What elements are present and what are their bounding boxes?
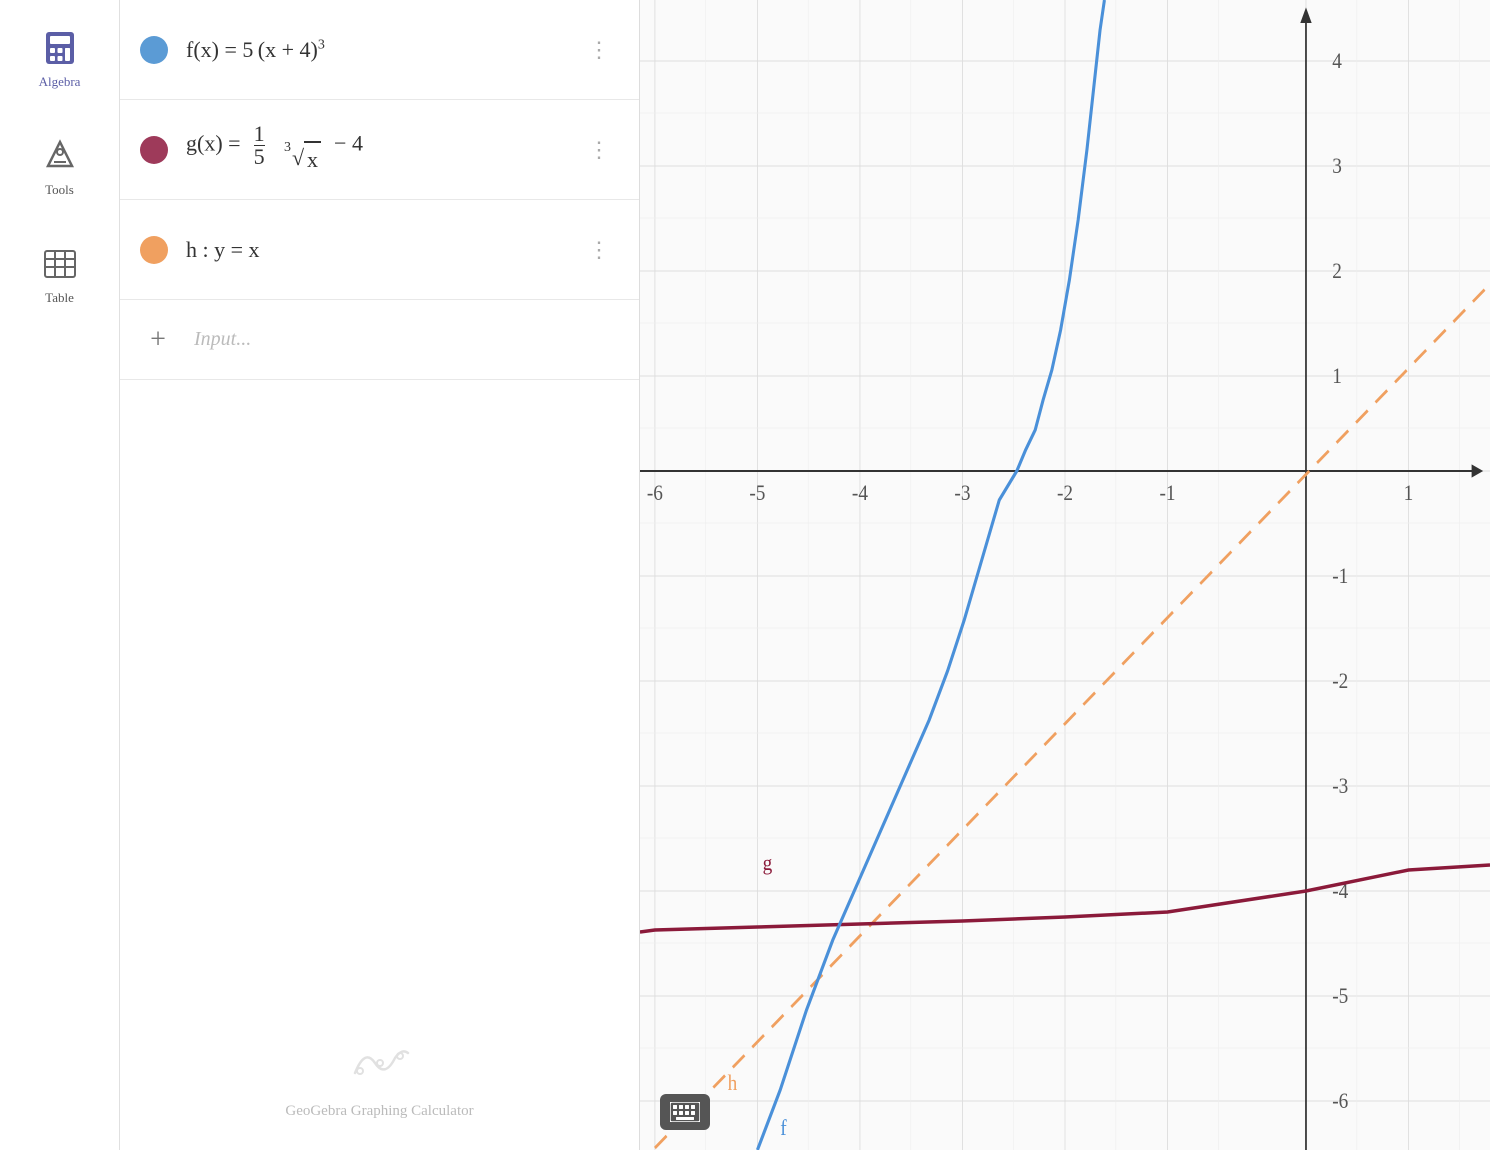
svg-text:4: 4 — [1332, 50, 1342, 73]
algebra-label: Algebra — [39, 74, 81, 90]
expression-row-h: h : y = x ⋮ — [120, 200, 639, 300]
svg-text:-2: -2 — [1332, 670, 1348, 693]
sidebar: Algebra Tools Table — [0, 0, 120, 1150]
svg-text:2: 2 — [1332, 260, 1342, 283]
expression-row-f: f(x) = 5 (x + 4)3 ⋮ — [120, 0, 639, 100]
svg-text:1: 1 — [1404, 482, 1414, 505]
color-dot-f[interactable] — [140, 36, 168, 64]
expression-row-g: g(x) = 1 5 3√x − 4 ⋮ — [120, 100, 639, 200]
more-button-g[interactable]: ⋮ — [580, 133, 619, 167]
svg-text:-1: -1 — [1332, 565, 1348, 588]
svg-text:-3: -3 — [1332, 775, 1348, 798]
svg-text:1: 1 — [1332, 365, 1342, 388]
sidebar-item-algebra[interactable]: Algebra — [27, 20, 93, 98]
expression-panel: f(x) = 5 (x + 4)3 ⋮ g(x) = 1 5 3√x − 4 ⋮ — [120, 0, 640, 1150]
color-dot-g[interactable] — [140, 136, 168, 164]
graph-canvas: /* generated below */ — [640, 0, 1490, 1150]
input-placeholder[interactable]: Input... — [194, 328, 251, 351]
svg-text:-5: -5 — [749, 482, 765, 505]
expression-input-row[interactable]: + Input... — [120, 300, 639, 380]
formula-f[interactable]: f(x) = 5 (x + 4)3 — [186, 33, 562, 66]
svg-text:-3: -3 — [954, 482, 970, 505]
brand-name: GeoGebra Graphing Calculator — [285, 1103, 473, 1120]
add-expression-button[interactable]: + — [140, 322, 176, 358]
tools-icon — [40, 136, 80, 176]
table-label: Table — [45, 290, 74, 306]
svg-text:3: 3 — [1332, 155, 1342, 178]
geogebra-logo — [350, 1038, 410, 1093]
color-dot-h[interactable] — [140, 236, 168, 264]
graph-area[interactable]: /* generated below */ — [640, 0, 1490, 1150]
formula-h[interactable]: h : y = x — [186, 233, 562, 266]
branding: GeoGebra Graphing Calculator — [120, 998, 639, 1150]
sidebar-item-tools[interactable]: Tools — [28, 128, 92, 206]
svg-text:-4: -4 — [852, 482, 869, 505]
label-f: f — [780, 1117, 787, 1140]
keyboard-button[interactable] — [660, 1094, 710, 1130]
svg-text:-6: -6 — [1332, 1090, 1348, 1113]
sidebar-item-table[interactable]: Table — [28, 236, 92, 314]
svg-text:-2: -2 — [1057, 482, 1073, 505]
more-button-h[interactable]: ⋮ — [580, 233, 619, 267]
tools-label: Tools — [45, 182, 74, 198]
formula-g[interactable]: g(x) = 1 5 3√x − 4 — [186, 123, 562, 176]
svg-text:-1: -1 — [1159, 482, 1175, 505]
algebra-icon — [40, 28, 80, 68]
label-h: h — [728, 1072, 738, 1095]
svg-text:-5: -5 — [1332, 985, 1348, 1008]
more-button-f[interactable]: ⋮ — [580, 33, 619, 67]
table-icon — [40, 244, 80, 284]
svg-text:-6: -6 — [647, 482, 663, 505]
label-g: g — [763, 852, 773, 875]
